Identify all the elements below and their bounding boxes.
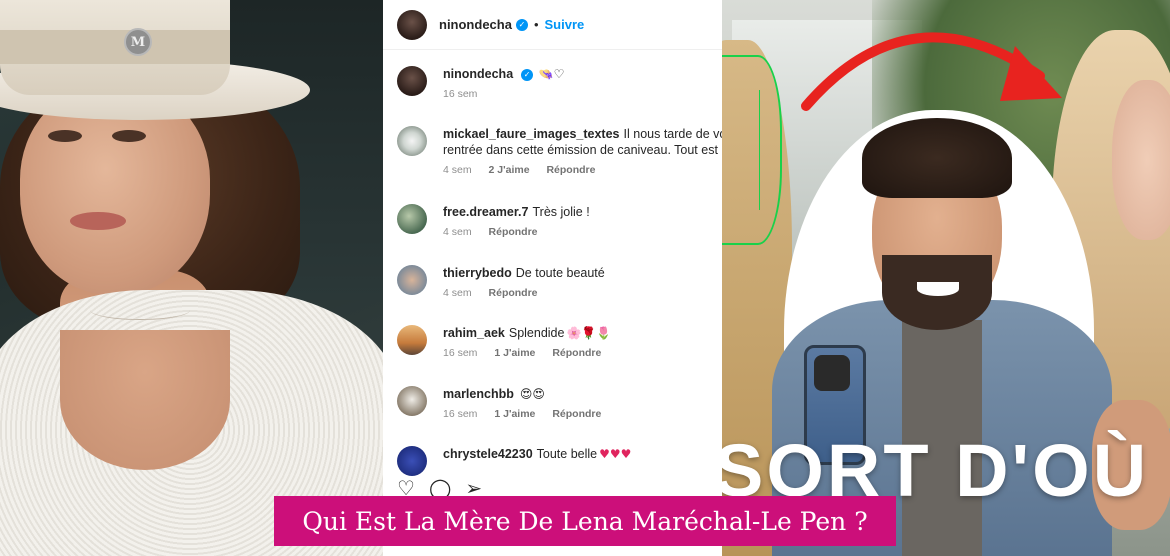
- comment-username[interactable]: marlenchbb: [443, 387, 514, 401]
- commenter-avatar[interactable]: [397, 386, 427, 416]
- caption-username[interactable]: ninondecha: [443, 67, 513, 81]
- comment-text: Très jolie !: [532, 205, 590, 219]
- separator-dot: •: [533, 17, 539, 32]
- comment-time: 16 sem: [443, 408, 478, 420]
- lips: [70, 212, 126, 230]
- comment-text: Toute belle: [536, 447, 598, 461]
- comment-likes[interactable]: 1 J'aime: [494, 347, 535, 359]
- reply-button[interactable]: Répondre: [489, 226, 538, 238]
- comment-username[interactable]: rahim_aek: [443, 326, 505, 340]
- face-mesh-line: [730, 90, 760, 210]
- comment-username[interactable]: chrystele42230: [443, 447, 533, 461]
- comment-username[interactable]: mickael_faure_images_textes: [443, 127, 620, 141]
- verified-badge-icon: ✓: [515, 18, 528, 31]
- left-photo-woman-hat: M: [0, 0, 383, 556]
- comment-username[interactable]: thierrybedo: [443, 266, 512, 280]
- woman-face-right: [1112, 80, 1170, 240]
- article-title: Qui Est La Mère De Lena Maréchal-Le Pen …: [302, 506, 868, 536]
- reply-button[interactable]: Répondre: [552, 408, 601, 420]
- caption-emojis: 👒♡: [538, 67, 565, 81]
- neckline: [60, 330, 230, 470]
- comment-text-continued: rentrée dans cette émission de caniveau.…: [443, 143, 718, 157]
- necklace: [90, 300, 190, 320]
- commenter-avatar[interactable]: [397, 265, 427, 295]
- article-title-banner: Qui Est La Mère De Lena Maréchal-Le Pen …: [274, 496, 896, 546]
- reply-button[interactable]: Répondre: [546, 164, 595, 176]
- author-avatar[interactable]: [397, 9, 427, 40]
- commenter-avatar[interactable]: [397, 325, 427, 355]
- eye-left: [48, 130, 82, 142]
- comment-emojis: 🌸🌹🌷: [566, 326, 612, 340]
- comment-time: 16 sem: [443, 347, 478, 359]
- comment-username[interactable]: free.dreamer.7: [443, 205, 528, 219]
- comment-text: Il nous tarde de voi: [623, 127, 722, 141]
- comment-time: 4 sem: [443, 164, 472, 176]
- author-username[interactable]: ninondecha: [439, 17, 512, 32]
- comment-text: De toute beauté: [515, 266, 605, 280]
- author-avatar[interactable]: [397, 66, 427, 96]
- post-header: ninondecha ✓ • Suivre: [383, 0, 722, 50]
- hat-band: [0, 30, 230, 64]
- caption-time: 16 sem: [443, 88, 478, 100]
- comment-time: 4 sem: [443, 287, 472, 299]
- phone-camera: [814, 355, 850, 391]
- follow-button[interactable]: Suivre: [545, 17, 585, 32]
- reply-button[interactable]: Répondre: [489, 287, 538, 299]
- comment-emojis: 😍😍: [519, 387, 545, 401]
- verified-badge-icon: ✓: [521, 68, 534, 81]
- reply-button[interactable]: Répondre: [552, 347, 601, 359]
- comment-emojis: ♥♥♥: [599, 447, 632, 461]
- right-video-thumbnail: SORT D'OÙ: [722, 0, 1170, 556]
- commenter-avatar[interactable]: [397, 204, 427, 234]
- comment-likes[interactable]: 1 J'aime: [494, 408, 535, 420]
- instagram-post-panel: ninondecha ✓ • Suivre ninondecha ✓ 👒♡ 16 …: [383, 0, 722, 556]
- hat-logo-icon: M: [124, 28, 152, 56]
- eye-right: [112, 130, 146, 142]
- comment-time: 4 sem: [443, 226, 472, 238]
- comment-text: Splendide: [508, 326, 565, 340]
- commenter-avatar[interactable]: [397, 126, 427, 156]
- man-smile: [917, 282, 959, 296]
- comment-likes[interactable]: 2 J'aime: [489, 164, 530, 176]
- man-hair: [862, 118, 1012, 198]
- commenter-avatar[interactable]: [397, 446, 427, 476]
